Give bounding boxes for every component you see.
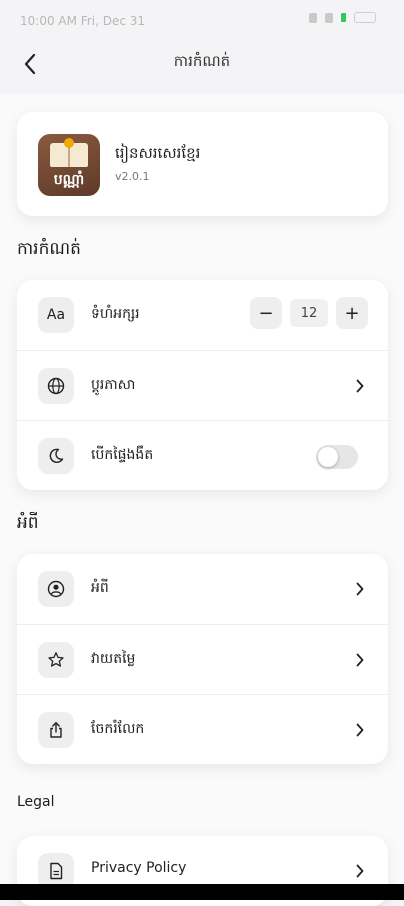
status-bar: 10:00 AM Fri, Dec 31 — [0, 0, 404, 40]
user-circle-icon — [38, 571, 74, 607]
settings-section-title: ការកំណត់ — [17, 239, 81, 259]
status-icons — [309, 12, 376, 23]
app-name: រៀនសរសេរខ្មែរ — [115, 144, 201, 162]
about-card: អំពី វាយតម្លៃ ចែករំលែក — [17, 554, 388, 764]
font-size-label: ទំហំអក្សរ — [91, 306, 140, 322]
rate-label: វាយតម្លៃ — [91, 651, 136, 667]
share-label: ចែករំលែក — [91, 721, 145, 737]
font-size-value: 12 — [290, 299, 328, 327]
moon-icon — [38, 438, 74, 474]
globe-icon — [38, 368, 74, 404]
navigation-bar — [0, 884, 404, 900]
chevron-right-icon — [354, 720, 366, 740]
dark-mode-toggle[interactable] — [316, 445, 358, 469]
chevron-right-icon — [354, 861, 366, 881]
font-size-stepper: − 12 + — [250, 297, 368, 329]
chevron-right-icon — [354, 579, 366, 599]
vibrate-icon — [309, 12, 317, 23]
about-section-title: អំពី — [17, 513, 39, 533]
privacy-policy-label: Privacy Policy — [91, 860, 187, 876]
font-size-icon: Aa — [38, 297, 74, 333]
battery-icon — [354, 12, 376, 23]
language-label: ប្តូរភាសា — [91, 377, 136, 393]
dark-mode-row: បើកផ្ទៃងងឹត — [17, 420, 388, 491]
star-icon — [38, 642, 74, 678]
about-label: អំពី — [91, 580, 109, 596]
app-info-card: បណ្ណាំ រៀនសរសេរខ្មែរ v2.0.1 — [17, 112, 388, 216]
chevron-right-icon — [354, 376, 366, 396]
share-icon — [38, 712, 74, 748]
legal-section-title: Legal — [17, 794, 55, 810]
status-time: 10:00 AM Fri, Dec 31 — [20, 14, 146, 28]
settings-card: Aa ទំហំអក្សរ − 12 + ប្តូរភាសា បើកផ្ទៃងងឹ… — [17, 280, 388, 490]
rate-row[interactable]: វាយតម្លៃ — [17, 624, 388, 695]
language-row[interactable]: ប្តូរភាសា — [17, 350, 388, 421]
chevron-right-icon — [354, 650, 366, 670]
share-row[interactable]: ចែករំលែក — [17, 694, 388, 765]
wifi-icon — [325, 12, 333, 23]
app-version: v2.0.1 — [115, 170, 150, 183]
about-row[interactable]: អំពី — [17, 554, 388, 624]
font-size-row: Aa ទំហំអក្សរ − 12 + — [17, 280, 388, 350]
increase-font-button[interactable]: + — [336, 297, 368, 329]
pin-icon — [64, 138, 74, 148]
app-logo-icon: បណ្ណាំ — [38, 134, 100, 196]
top-app-bar: ការកំណត់ — [0, 40, 404, 94]
dark-mode-label: បើកផ្ទៃងងឹត — [91, 447, 154, 463]
app-logo-text: បណ្ណាំ — [53, 172, 85, 188]
decrease-font-button[interactable]: − — [250, 297, 282, 329]
toggle-knob — [318, 447, 338, 467]
page-title: ការកំណត់ — [173, 52, 231, 70]
settings-content: បណ្ណាំ រៀនសរសេរខ្មែរ v2.0.1 ការកំណត់ Aa … — [0, 94, 404, 906]
privacy-indicator-icon — [341, 13, 346, 22]
